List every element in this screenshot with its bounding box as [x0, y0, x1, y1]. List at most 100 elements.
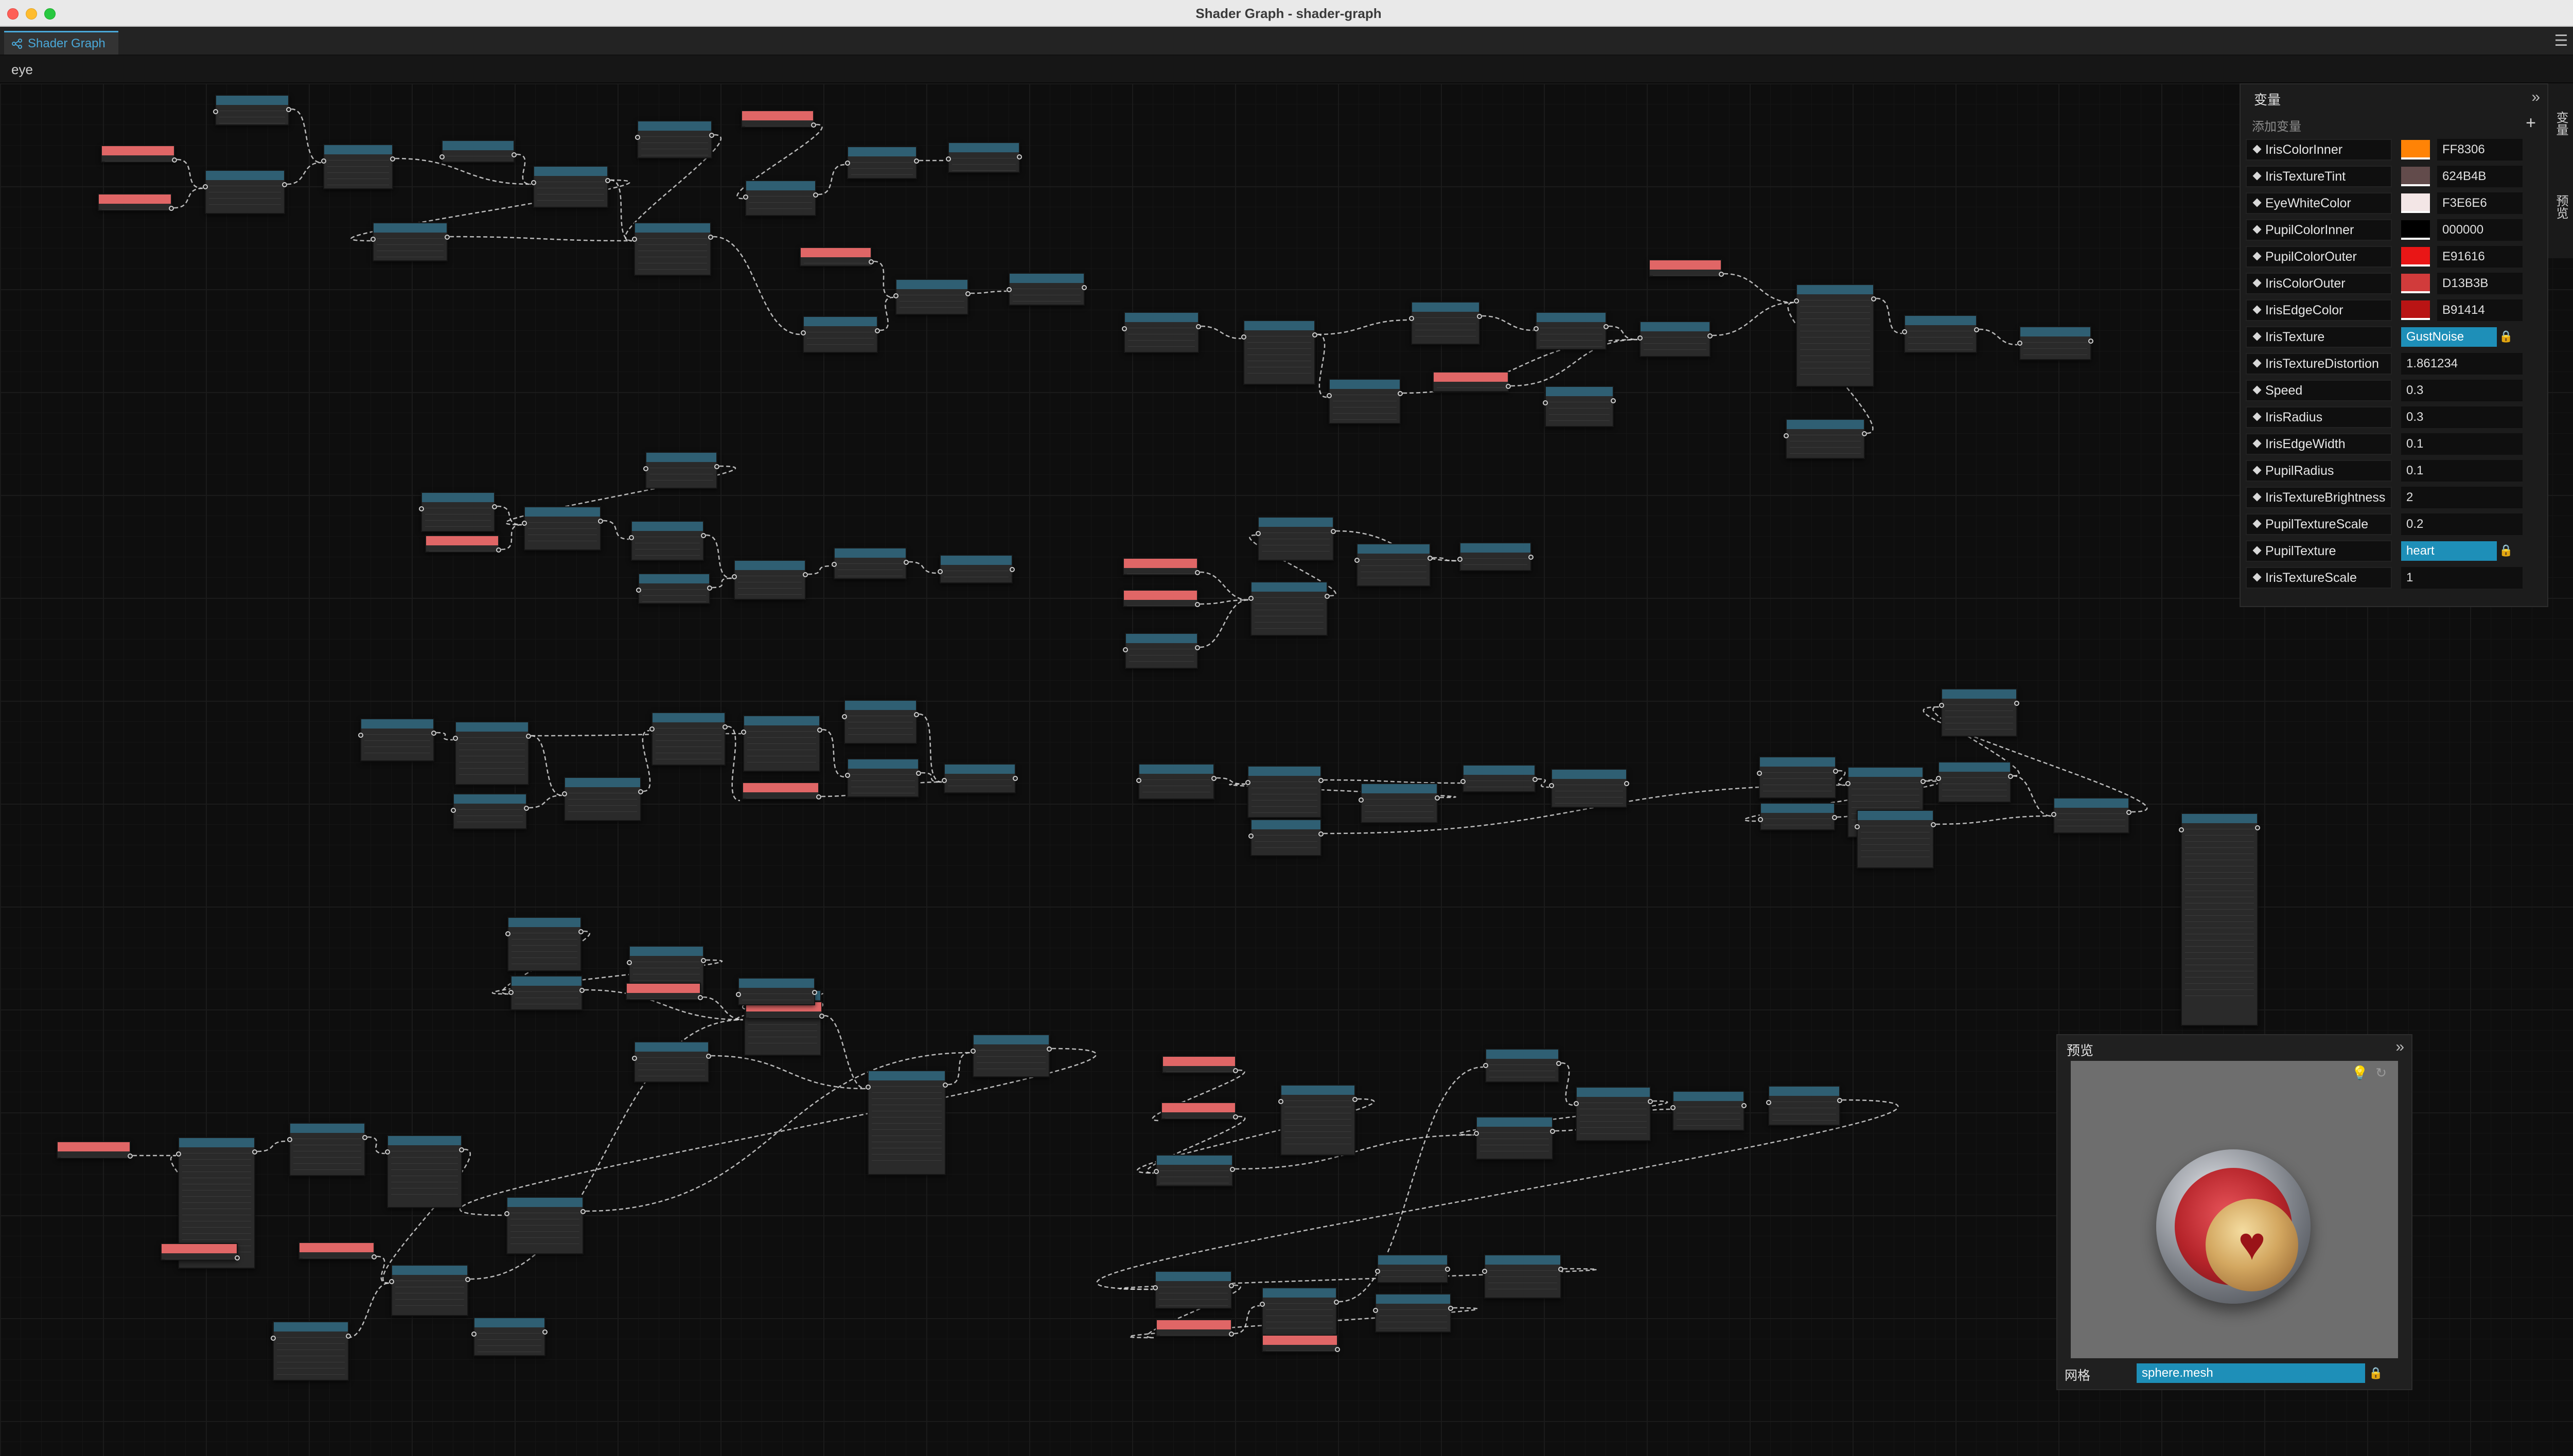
color-hex-field[interactable]: D13B3B — [2437, 273, 2523, 294]
output-port[interactable] — [2255, 825, 2260, 830]
variable-row[interactable]: PupilRadius 0.1 — [2246, 458, 2544, 485]
node-header[interactable] — [443, 141, 514, 150]
input-port[interactable] — [1409, 316, 1414, 321]
output-port[interactable] — [445, 235, 450, 240]
graph-node[interactable] — [504, 1197, 586, 1254]
output-port[interactable] — [816, 794, 821, 800]
input-port[interactable] — [2017, 341, 2022, 346]
property-node[interactable] — [161, 1243, 240, 1260]
input-port[interactable] — [1855, 824, 1860, 829]
graph-node[interactable] — [531, 166, 610, 208]
variable-row[interactable]: PupilTextureScale 0.2 — [2246, 511, 2544, 538]
input-port[interactable] — [1534, 326, 1539, 331]
variable-name[interactable]: PupilRadius — [2246, 460, 2392, 482]
output-port[interactable] — [252, 1149, 257, 1155]
variable-name[interactable]: PupilColorInner — [2246, 219, 2392, 241]
output-port[interactable] — [1195, 645, 1200, 650]
output-port[interactable] — [701, 533, 706, 538]
node-header[interactable] — [507, 1198, 583, 1207]
input-port[interactable] — [845, 161, 850, 166]
property-node[interactable] — [1156, 1319, 1234, 1337]
output-port[interactable] — [943, 1082, 948, 1088]
input-port[interactable] — [531, 180, 536, 185]
output-port[interactable] — [1398, 391, 1403, 396]
color-hex-field[interactable]: F3E6E6 — [2437, 192, 2523, 214]
node-header[interactable] — [801, 248, 871, 257]
output-port[interactable] — [1550, 1129, 1555, 1134]
node-header[interactable] — [534, 167, 607, 176]
input-port[interactable] — [845, 773, 850, 778]
graph-node[interactable] — [1373, 1293, 1453, 1333]
graph-node[interactable] — [636, 573, 712, 604]
output-port[interactable] — [1920, 779, 1926, 784]
node-header[interactable] — [869, 1071, 945, 1080]
output-port[interactable] — [1010, 567, 1015, 572]
node-header[interactable] — [290, 1124, 364, 1133]
graph-node[interactable] — [1574, 1087, 1653, 1141]
input-port[interactable] — [1460, 779, 1466, 784]
output-port[interactable] — [362, 1135, 367, 1140]
node-header[interactable] — [1157, 1156, 1232, 1165]
property-node[interactable] — [1161, 1102, 1238, 1120]
output-port[interactable] — [1017, 154, 1022, 159]
output-port[interactable] — [1318, 831, 1324, 837]
variable-row[interactable]: PupilTexture heart 🔒 — [2246, 538, 2544, 565]
input-port[interactable] — [1757, 771, 1762, 776]
graph-node[interactable] — [1543, 386, 1616, 427]
color-swatch[interactable] — [2401, 220, 2430, 240]
output-port[interactable] — [390, 156, 395, 162]
input-port[interactable] — [893, 293, 898, 298]
graph-node[interactable] — [1327, 379, 1403, 424]
output-port[interactable] — [235, 1255, 240, 1260]
graph-node[interactable] — [271, 1321, 351, 1381]
node-header[interactable] — [1486, 1050, 1558, 1059]
node-header[interactable] — [1125, 313, 1198, 322]
color-hex-field[interactable]: FF8306 — [2437, 139, 2523, 161]
node-header[interactable] — [1362, 784, 1437, 793]
property-node[interactable] — [1123, 558, 1200, 575]
node-header[interactable] — [2054, 798, 2128, 808]
input-port[interactable] — [2051, 812, 2056, 817]
output-port[interactable] — [819, 1014, 824, 1019]
output-port[interactable] — [1833, 769, 1838, 774]
output-port[interactable] — [431, 731, 436, 736]
graph-node[interactable] — [505, 917, 584, 971]
graph-node[interactable] — [1354, 543, 1433, 587]
graph-node[interactable] — [419, 492, 497, 532]
node-header[interactable] — [1858, 811, 1933, 820]
color-hex-field[interactable]: 624B4B — [2437, 166, 2523, 187]
variable-row[interactable]: IrisTextureBrightness 2 — [2246, 485, 2544, 511]
color-swatch[interactable] — [2401, 167, 2430, 186]
output-port[interactable] — [1624, 781, 1629, 786]
graph-node[interactable] — [1375, 1254, 1450, 1283]
input-port[interactable] — [1637, 335, 1643, 341]
variable-row[interactable]: IrisColorInner FF8306 — [2246, 137, 2544, 164]
variable-row[interactable]: IrisTexture GustNoise 🔒 — [2246, 324, 2544, 351]
lock-icon[interactable]: 🔒 — [2499, 329, 2513, 344]
node-header[interactable] — [102, 146, 174, 155]
property-node[interactable] — [1262, 1335, 1340, 1352]
breadcrumb[interactable]: eye — [11, 62, 33, 78]
node-header[interactable] — [1650, 260, 1721, 270]
node-header[interactable] — [1252, 582, 1327, 592]
input-port[interactable] — [801, 330, 806, 335]
node-header[interactable] — [299, 1243, 374, 1252]
lock-icon[interactable]: 🔒 — [2368, 1365, 2384, 1381]
output-port[interactable] — [286, 107, 291, 112]
output-port[interactable] — [1229, 1283, 1234, 1288]
input-port[interactable] — [451, 808, 456, 813]
output-port[interactable] — [2126, 810, 2131, 815]
input-port[interactable] — [522, 521, 527, 526]
input-port[interactable] — [1122, 326, 1127, 331]
node-header[interactable] — [1378, 1255, 1447, 1265]
graph-node[interactable] — [1123, 633, 1200, 669]
output-port[interactable] — [709, 133, 714, 138]
output-port[interactable] — [2088, 339, 2093, 344]
output-port[interactable] — [1312, 332, 1317, 338]
output-port[interactable] — [1331, 529, 1336, 534]
variable-name[interactable]: IrisEdgeColor — [2246, 299, 2392, 321]
input-port[interactable] — [1248, 833, 1254, 839]
graph-node[interactable] — [321, 144, 395, 189]
graph-node[interactable] — [845, 758, 921, 797]
float-value-field[interactable]: 0.3 — [2401, 406, 2523, 428]
